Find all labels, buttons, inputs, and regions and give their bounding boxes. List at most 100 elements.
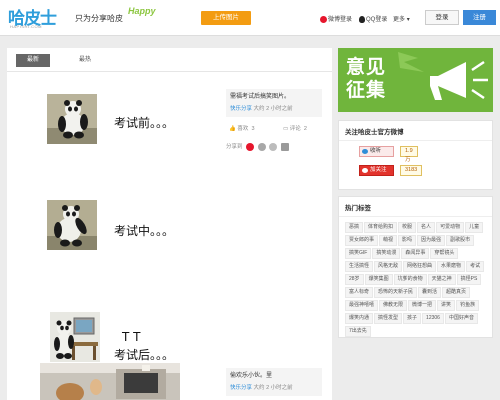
tag-item[interactable]: 7出去先 (345, 326, 371, 337)
tag-item[interactable]: 讲笑 (437, 300, 456, 311)
tag-item[interactable]: 钓鱼族 (456, 300, 480, 311)
tag-item[interactable]: 搞怪发型 (374, 313, 403, 324)
post-source-link[interactable]: 快乐分享 (230, 106, 252, 112)
tag-item[interactable]: 体育给购扣 (364, 222, 398, 233)
more-label: 更多 (393, 17, 406, 23)
tag-item[interactable]: 富人标奇 (345, 287, 374, 298)
panda-image-3[interactable] (50, 312, 100, 362)
post-meta: 快乐分享 大约 2 小时之前 (230, 104, 318, 112)
weibo-login-link[interactable]: 微博登录 (320, 14, 352, 23)
tag-item[interactable]: 中国好声音 (444, 313, 478, 324)
tag-item[interactable]: 12306 (422, 313, 444, 324)
tag-item[interactable]: 森闻异事 (401, 248, 430, 259)
feedback-banner[interactable]: 意见 征集 (338, 48, 493, 112)
tag-item[interactable]: 微博一把 (408, 300, 437, 311)
login-button[interactable]: 登录 (425, 10, 459, 25)
tag-item[interactable]: 恶搞 (345, 222, 364, 233)
comment-button[interactable]: ▭ 评论 2 (283, 124, 307, 132)
post-title[interactable]: 偷欢乐小伙。里 (230, 372, 318, 380)
tab-latest[interactable]: 最新 (16, 54, 50, 67)
follow-weibo-box: 关注哈皮士官方微博 收听 1.9万 加关注 3183 (338, 120, 493, 190)
post-time: 大约 2 小时之前 (253, 385, 293, 391)
tag-item[interactable]: 副歌股市 (446, 235, 475, 246)
tag-item[interactable]: 最强神嘻嘻 (345, 300, 379, 311)
panda-image-2[interactable] (47, 200, 97, 250)
post-actions: 👍 喜欢 3 ▭ 评论 2 (226, 124, 328, 132)
main-feed: 最新 最热 考试前。。。 考试中。。。 T T 考试后。。。 需福考试后搞笑图片… (7, 48, 332, 400)
tag-item[interactable]: 因为最强 (417, 235, 446, 246)
follow-count: 3183 (400, 165, 423, 176)
tencent-weibo-share-icon[interactable] (269, 142, 278, 151)
tag-item[interactable]: 孩子 (403, 313, 422, 324)
hot-tags-title: 热门标签 (339, 197, 492, 217)
happy-logo: Happy (128, 6, 156, 16)
site-slogan: 只为分享哈皮 (75, 14, 123, 23)
tag-item[interactable]: 搞怪PS (456, 274, 482, 285)
hot-tags-box: 热门标签 恶搞 体育给购扣 校服 名人 可爱动物 儿童贾女郎的事 萌视 影吗 因为最强 副歌股市搞… (338, 196, 493, 338)
tag-item[interactable]: 萌视 (379, 235, 398, 246)
tag-item[interactable]: 搞笑GIF (345, 248, 372, 259)
tag-item[interactable]: 天猫之神 (427, 274, 456, 285)
tag-item[interactable]: 囊到活 (418, 287, 442, 298)
tag-item[interactable]: 儿童 (465, 222, 484, 233)
post-source-link[interactable]: 快乐分享 (230, 385, 252, 391)
add-follow-button[interactable]: 加关注 (359, 165, 394, 176)
weibo-icon (320, 15, 327, 23)
tag-item[interactable]: 水果磨物 (437, 261, 466, 272)
douban-share-icon[interactable] (280, 142, 289, 151)
follow-title: 关注哈皮士官方微博 (339, 121, 492, 141)
thumbs-up-icon: 👍 (229, 126, 236, 132)
tab-hot[interactable]: 最热 (70, 54, 100, 67)
tag-item[interactable]: 28岁 (345, 274, 364, 285)
banner-text: 意见 征集 (346, 56, 386, 102)
more-login-dropdown[interactable]: 更多 ▾ (393, 14, 410, 23)
tag-item[interactable]: 坑爹的食物 (393, 274, 427, 285)
tag-item[interactable]: 佛教无限 (379, 300, 408, 311)
post-title[interactable]: 需福考试后搞笑图片。 (230, 93, 318, 101)
tag-item[interactable]: 超酷真页 (442, 287, 471, 298)
panda-image-1[interactable] (47, 94, 97, 144)
qq-icon (359, 15, 365, 23)
site-logo[interactable]: 哈皮士 HAPISHI.COM (8, 4, 70, 32)
upload-image-button[interactable]: 上传图片 (201, 11, 251, 25)
post-info-box: 需福考试后搞笑图片。 快乐分享 大约 2 小时之前 (226, 89, 322, 117)
tag-item[interactable]: 影吗 (398, 235, 417, 246)
tag-item[interactable]: 生活搞怪 (345, 261, 374, 272)
qq-login-link[interactable]: QQ登录 (359, 14, 387, 23)
comment-label: 评论 (289, 126, 301, 132)
panel-caption-2: 考试中。。。 (114, 224, 175, 238)
comment-icon: ▭ (283, 126, 289, 132)
share-bar: 分享到 (226, 142, 328, 152)
post-meta: 快乐分享 大约 2 小时之前 (230, 383, 318, 391)
tag-item[interactable]: 名人 (417, 222, 436, 233)
like-button[interactable]: 👍 喜欢 3 (229, 124, 255, 132)
tag-item[interactable]: 恐怖的天新子民 (374, 287, 418, 298)
tag-item[interactable]: 校服 (398, 222, 417, 233)
banner-line-1: 意见 (346, 57, 387, 78)
tag-item[interactable]: 穿帮镜头 (430, 248, 459, 259)
post-card: 偷欢乐小伙。里 快乐分享 大约 2 小时之前 (7, 362, 332, 400)
post-sidebar: 偷欢乐小伙。里 快乐分享 大约 2 小时之前 (226, 368, 328, 396)
tag-item[interactable]: 搞笑动漫 (372, 248, 401, 259)
post-time: 大约 2 小时之前 (253, 106, 293, 112)
share-label: 分享到 (226, 144, 243, 150)
tag-item[interactable]: 贾女郎的事 (345, 235, 379, 246)
tag-item[interactable]: 爆笑内通 (345, 313, 374, 324)
tag-item[interactable]: 考试 (466, 261, 485, 272)
register-button[interactable]: 注册 (463, 10, 496, 25)
feed-tabs: 最新 最热 (7, 48, 332, 72)
qzone-share-icon[interactable] (257, 142, 266, 151)
tag-item[interactable]: 网络狂想曲 (403, 261, 437, 272)
post-image-2[interactable] (40, 363, 180, 400)
listen-button[interactable]: 收听 (359, 146, 394, 157)
weibo-share-icon[interactable] (246, 142, 255, 151)
tencent-weibo-icon (362, 149, 368, 154)
post-info-box: 偷欢乐小伙。里 快乐分享 大约 2 小时之前 (226, 368, 322, 396)
banner-line-2: 征集 (346, 80, 387, 101)
tag-item[interactable]: 可爱动物 (436, 222, 465, 233)
tag-item[interactable]: 风格无敌 (374, 261, 403, 272)
tag-item[interactable]: 爆笑集图 (364, 274, 393, 285)
sina-weibo-icon (362, 168, 368, 173)
tag-list: 恶搞 体育给购扣 校服 名人 可爱动物 儿童贾女郎的事 萌视 影吗 因为最强 副歌股市搞笑GIF 搞… (339, 217, 492, 339)
panel-caption-3: 考试后。。。 (114, 348, 175, 362)
